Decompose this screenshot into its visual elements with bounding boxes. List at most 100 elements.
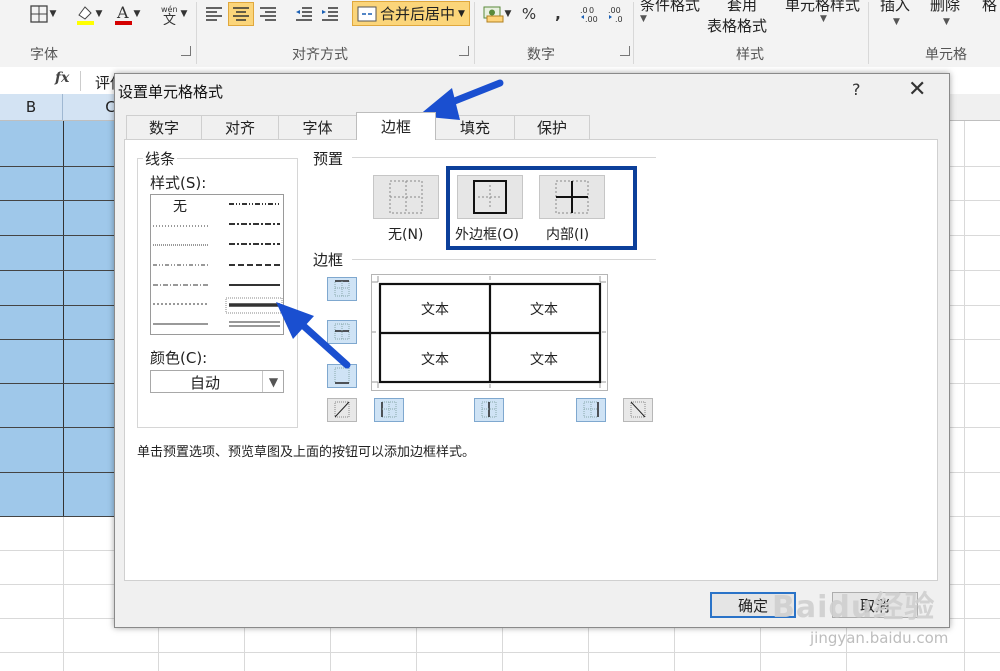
font-group-label: 字体 [30, 47, 58, 63]
border-bottom-icon [334, 367, 350, 384]
align-left-button[interactable] [202, 2, 226, 26]
presets-highlight-box [446, 166, 637, 250]
column-header-b[interactable]: B [0, 94, 63, 120]
grid-line [760, 628, 761, 671]
grid-line [950, 166, 1000, 167]
ribbon-separator [633, 2, 634, 64]
help-button[interactable]: ? [852, 80, 861, 99]
grid-line [950, 383, 1000, 384]
dialog-title: 设置单元格格式 [118, 83, 224, 101]
fill-color-button[interactable]: ▼ [72, 2, 104, 26]
close-icon[interactable]: ✕ [908, 77, 926, 102]
chevron-down-icon: ▼ [504, 9, 512, 19]
apply-table-format-button[interactable]: 套用 [727, 0, 757, 15]
number-dialog-launcher-icon[interactable] [620, 46, 630, 56]
svg-text:.00: .00 [608, 6, 621, 15]
formula-separator [80, 71, 81, 91]
tab-protection[interactable]: 保护 [514, 115, 590, 139]
grid-line [588, 628, 589, 671]
accounting-format-button[interactable]: ▼ [480, 2, 514, 26]
merge-center-button[interactable]: 合并后居中 ▼ [352, 1, 470, 26]
tab-alignment[interactable]: 对齐 [201, 115, 279, 139]
watermark-logo: Baidu经验 [772, 590, 936, 625]
preset-none-label: 无(N) [388, 227, 424, 243]
insert-label: 插入 [880, 0, 911, 14]
preset-none-icon [389, 180, 423, 214]
conditional-format-button[interactable]: 条件格式 [640, 0, 700, 15]
align-right-button[interactable] [256, 2, 280, 26]
border-inside-horizontal-icon [334, 323, 350, 340]
percent-button[interactable]: % [518, 2, 540, 26]
cell-border [0, 427, 115, 428]
format-button[interactable]: 格 [982, 0, 997, 15]
increase-decimal-icon: .0 0.00 [580, 6, 598, 23]
line-style-list[interactable] [150, 194, 284, 335]
decrease-decimal-button[interactable]: .00.0 [606, 2, 632, 26]
border-inside-horizontal-button[interactable] [327, 320, 357, 344]
comma-button[interactable]: , [548, 2, 568, 26]
borders-button[interactable]: ▼ [26, 2, 60, 26]
line-style-none[interactable]: 无 [173, 196, 187, 216]
border-right-button[interactable] [576, 398, 606, 422]
phonetic-button[interactable]: wén 文 ▼ [156, 2, 190, 26]
border-inside-vertical-icon [481, 401, 497, 418]
chevron-down-icon[interactable]: ▼ [262, 371, 284, 392]
delete-button[interactable]: 删除 [930, 0, 960, 15]
comma-label: , [555, 5, 561, 23]
insert-button[interactable]: 插入 [880, 0, 910, 15]
alignment-dialog-launcher-icon[interactable] [459, 46, 469, 56]
font-dialog-launcher-icon[interactable] [181, 46, 191, 56]
cell-style-button[interactable]: 单元格样式 [785, 0, 860, 15]
increase-indent-button[interactable] [318, 2, 342, 26]
font-color-button[interactable]: A ▼ [110, 2, 142, 26]
grid-line [950, 472, 1000, 473]
tab-label: 对齐 [224, 119, 255, 137]
decrease-indent-button[interactable] [292, 2, 316, 26]
svg-text:A: A [116, 3, 129, 22]
grid-line [63, 517, 64, 671]
number-group-label: 数字 [527, 47, 555, 63]
svg-text:文: 文 [163, 13, 176, 25]
increase-decimal-button[interactable]: .0 0.00 [578, 2, 604, 26]
insert-function-icon[interactable]: fx [55, 70, 69, 86]
chevron-down-icon: ▼ [943, 17, 950, 27]
chevron-down-icon: ▼ [640, 14, 647, 24]
decrease-decimal-icon: .00.0 [608, 6, 623, 23]
border-inside-vertical-button[interactable] [474, 398, 504, 422]
grid-line [158, 628, 159, 671]
tab-number[interactable]: 数字 [126, 115, 202, 139]
border-diagonal-down-button[interactable] [623, 398, 653, 422]
tab-font[interactable]: 字体 [278, 115, 357, 139]
chevron-down-icon: ▼ [820, 14, 827, 24]
styles-group-label: 样式 [736, 47, 764, 63]
align-right-icon [260, 7, 276, 21]
cell-border [0, 516, 115, 517]
grid-line [674, 628, 675, 671]
watermark-url: jingyan.baidu.com [810, 629, 949, 647]
ribbon-separator [474, 2, 475, 64]
border-diagonal-up-button[interactable] [327, 398, 357, 422]
border-top-button[interactable] [327, 277, 357, 301]
cell-border [0, 472, 115, 473]
grid-line [950, 235, 1000, 236]
grid-line [950, 339, 1000, 340]
preset-none-button[interactable] [373, 175, 439, 219]
apply-table-format-label: 表格格式 [707, 15, 767, 36]
cell-border [0, 200, 115, 201]
apply-line2: 表格格式 [707, 17, 768, 35]
hint-text: 单击预置选项、预览草图及上面的按钮可以添加边框样式。 [137, 445, 476, 460]
border-left-button[interactable] [374, 398, 404, 422]
border-preview[interactable] [371, 274, 608, 391]
chevron-down-icon: ▼ [458, 8, 465, 19]
diagonal-down-icon [630, 401, 646, 418]
tab-fill[interactable]: 填充 [435, 115, 515, 139]
tab-border[interactable]: 边框 [356, 112, 436, 140]
selected-cells[interactable] [0, 121, 115, 517]
cell-border [0, 235, 115, 236]
grid-line [416, 628, 417, 671]
align-center-button[interactable] [228, 2, 254, 26]
alignment-group-label: 对齐方式 [292, 47, 348, 63]
border-bottom-button[interactable] [327, 364, 357, 388]
border-top-icon [334, 280, 350, 297]
currency-icon [483, 6, 504, 23]
